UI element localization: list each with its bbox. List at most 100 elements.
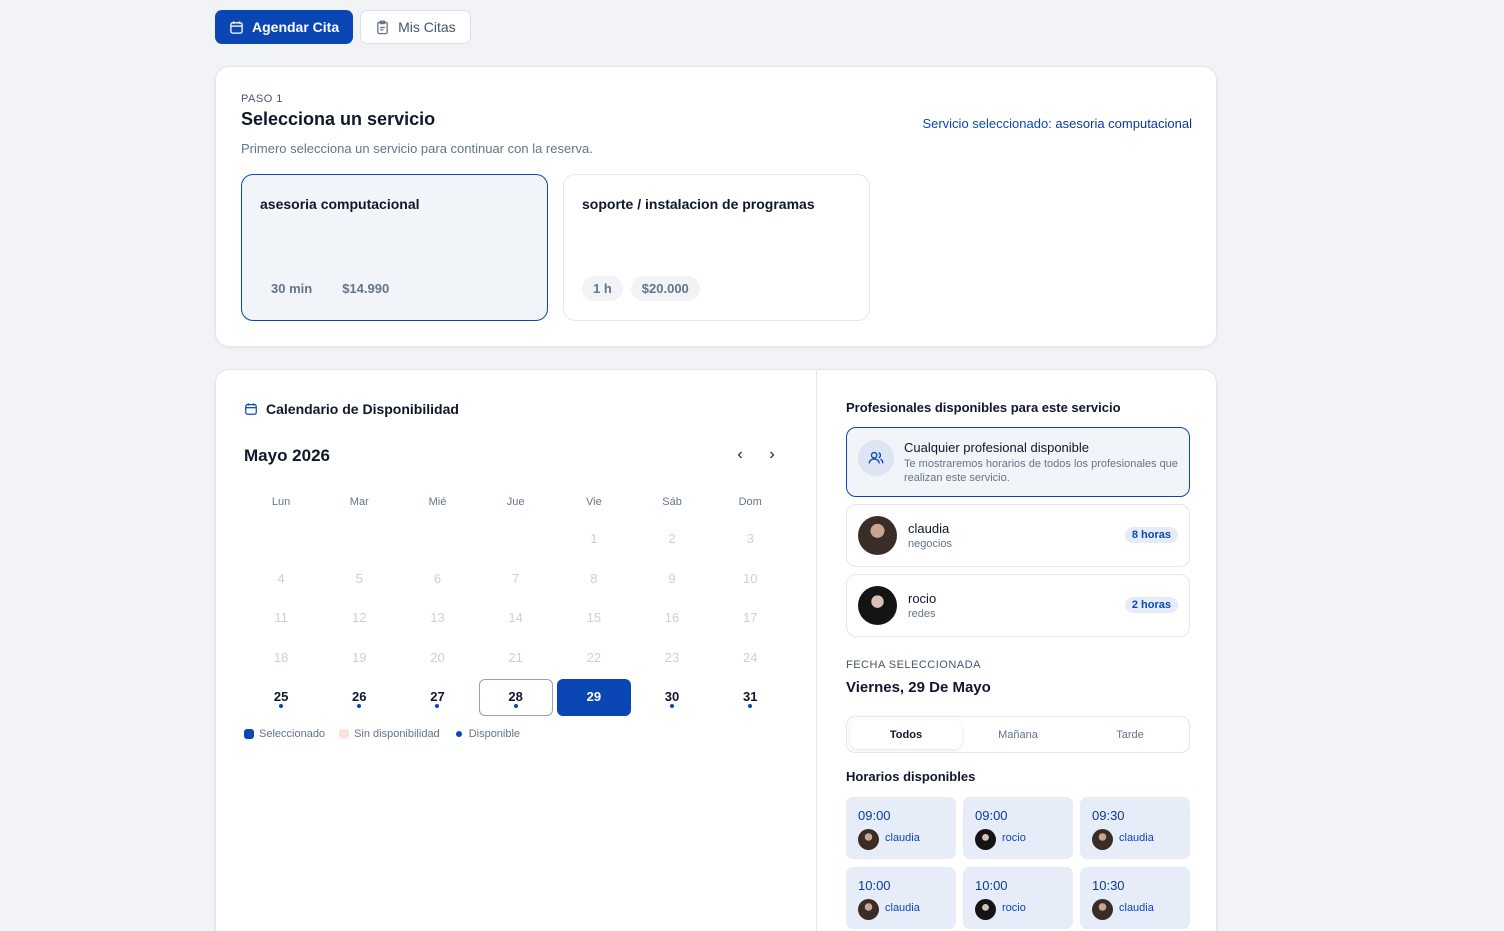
day-number: 4 bbox=[277, 570, 285, 586]
weekday-label: Dom bbox=[738, 496, 762, 508]
selected-date-value: Viernes, 29 De Mayo bbox=[846, 679, 991, 696]
calendar-day[interactable]: 26 bbox=[320, 677, 398, 717]
time-slots-grid: 09:00 claudia 09:00 rocio 09:30 claudia 10:00 c… bbox=[846, 797, 1190, 929]
professional-rocio[interactable]: rocio redes 2 horas bbox=[846, 574, 1190, 637]
time-slot[interactable]: 09:00 rocio bbox=[963, 797, 1073, 859]
calendar-blank bbox=[242, 519, 320, 559]
my-appointments-tab[interactable]: Mis Citas bbox=[360, 10, 471, 44]
schedule-card: Calendario de Disponibilidad Mayo 2026 ‹… bbox=[215, 369, 1217, 931]
day-number: 29 bbox=[586, 689, 602, 705]
day-number: 18 bbox=[273, 649, 289, 665]
time-slot[interactable]: 09:30 claudia bbox=[1080, 797, 1190, 859]
calendar-blank bbox=[398, 519, 476, 559]
calendar-day: 24 bbox=[711, 638, 789, 678]
avatar bbox=[858, 829, 879, 850]
calendar-blank bbox=[320, 519, 398, 559]
any-professional-title: Cualquier profesional disponible bbox=[904, 440, 1090, 455]
day-number: 14 bbox=[508, 610, 523, 626]
slots-title: Horarios disponibles bbox=[846, 769, 976, 784]
filter-afternoon[interactable]: Tarde bbox=[1074, 720, 1186, 749]
day-number: 8 bbox=[590, 570, 598, 586]
calendar-day[interactable]: 28 bbox=[477, 677, 555, 717]
calendar-day: 1 bbox=[555, 519, 633, 559]
day-number: 31 bbox=[742, 689, 758, 705]
weekday-header: Lun Mar Mié Jue Vie Sáb Dom bbox=[242, 496, 789, 508]
calendar-day[interactable]: 30 bbox=[633, 677, 711, 717]
professional-specialty: redes bbox=[908, 608, 936, 620]
calendar-day-selected[interactable]: 29 bbox=[555, 677, 633, 717]
service-card-soporte[interactable]: soporte / instalacion de programas 1 h $… bbox=[563, 174, 870, 321]
professional-claudia[interactable]: claudia negocios 8 horas bbox=[846, 504, 1190, 567]
day-number: 15 bbox=[586, 610, 602, 626]
weekday-label: Lun bbox=[271, 496, 291, 508]
time-slot[interactable]: 10:30 claudia bbox=[1080, 867, 1190, 929]
calendar-day: 14 bbox=[477, 598, 555, 638]
calendar-day: 8 bbox=[555, 559, 633, 599]
day-number: 26 bbox=[352, 689, 367, 705]
weekday-label: Jue bbox=[506, 496, 525, 508]
day-number: 27 bbox=[430, 689, 445, 705]
selected-service-prefix: Servicio seleccionado: bbox=[922, 116, 1052, 131]
day-number: 23 bbox=[664, 649, 680, 665]
day-number: 9 bbox=[668, 570, 676, 586]
calendar-day: 22 bbox=[555, 638, 633, 678]
time-slot[interactable]: 09:00 claudia bbox=[846, 797, 956, 859]
book-appointment-label: Agendar Cita bbox=[252, 19, 340, 35]
service-meta: 1 h $20.000 bbox=[582, 276, 700, 301]
service-card-asesoria[interactable]: asesoria computacional 30 min $14.990 bbox=[241, 174, 548, 321]
service-price: $14.990 bbox=[342, 281, 390, 296]
avatar bbox=[858, 586, 897, 625]
calendar-day: 9 bbox=[633, 559, 711, 599]
book-appointment-tab[interactable]: Agendar Cita bbox=[215, 10, 354, 44]
next-month-chevron-icon[interactable]: › bbox=[764, 446, 780, 464]
calendar-day[interactable]: 31 bbox=[711, 677, 789, 717]
day-number: 25 bbox=[273, 689, 289, 705]
calendar-day[interactable]: 25 bbox=[242, 677, 320, 717]
calendar-icon bbox=[230, 20, 243, 34]
calendar-title: Calendario de Disponibilidad bbox=[266, 401, 459, 417]
day-number: 7 bbox=[512, 570, 520, 586]
calendar-day: 19 bbox=[320, 638, 398, 678]
calendar-blank bbox=[477, 519, 555, 559]
selected-service-value: asesoria computacional bbox=[1055, 116, 1192, 131]
calendar-day: 6 bbox=[398, 559, 476, 599]
hours-badge: 8 horas bbox=[1124, 527, 1178, 543]
day-number: 21 bbox=[508, 649, 523, 665]
weekday-label: Mié bbox=[428, 496, 447, 508]
my-appointments-label: Mis Citas bbox=[398, 19, 456, 35]
any-professional-option[interactable]: Cualquier profesional disponible Te most… bbox=[846, 427, 1190, 497]
day-number: 19 bbox=[352, 649, 367, 665]
calendar-day: 21 bbox=[477, 638, 555, 678]
calendar-day: 15 bbox=[555, 598, 633, 638]
prev-month-chevron-icon[interactable]: ‹ bbox=[732, 446, 748, 464]
avatar bbox=[975, 829, 996, 850]
filter-morning[interactable]: Mañana bbox=[962, 720, 1074, 749]
slot-time: 10:00 bbox=[975, 878, 1008, 893]
selected-service-summary: Servicio seleccionado: asesoria computac… bbox=[922, 116, 1192, 131]
time-slot[interactable]: 10:00 rocio bbox=[963, 867, 1073, 929]
calendar-day[interactable]: 27 bbox=[398, 677, 476, 717]
day-number: 1 bbox=[590, 531, 598, 547]
slot-time: 09:00 bbox=[858, 808, 891, 823]
service-duration: 1 h bbox=[582, 276, 623, 301]
column-divider bbox=[816, 370, 817, 931]
calendar-month: Mayo 2026 bbox=[244, 446, 330, 465]
day-number: 22 bbox=[586, 649, 602, 665]
users-icon bbox=[858, 440, 894, 476]
day-number: 16 bbox=[664, 610, 680, 626]
time-slot[interactable]: 10:00 claudia bbox=[846, 867, 956, 929]
avatar bbox=[975, 899, 996, 920]
day-number: 20 bbox=[430, 649, 445, 665]
slot-professional: claudia bbox=[885, 832, 920, 844]
filter-all[interactable]: Todos bbox=[850, 720, 962, 749]
slot-professional: rocio bbox=[1002, 902, 1026, 914]
calendar-day: 11 bbox=[242, 598, 320, 638]
legend-available: Disponible bbox=[454, 728, 520, 740]
avatar bbox=[1092, 829, 1113, 850]
calendar-day: 4 bbox=[242, 559, 320, 599]
professional-name: claudia bbox=[908, 521, 950, 536]
day-number: 24 bbox=[742, 649, 758, 665]
service-price: $20.000 bbox=[630, 276, 700, 301]
calendar-day: 20 bbox=[398, 638, 476, 678]
service-name: asesoria computacional bbox=[260, 196, 420, 212]
